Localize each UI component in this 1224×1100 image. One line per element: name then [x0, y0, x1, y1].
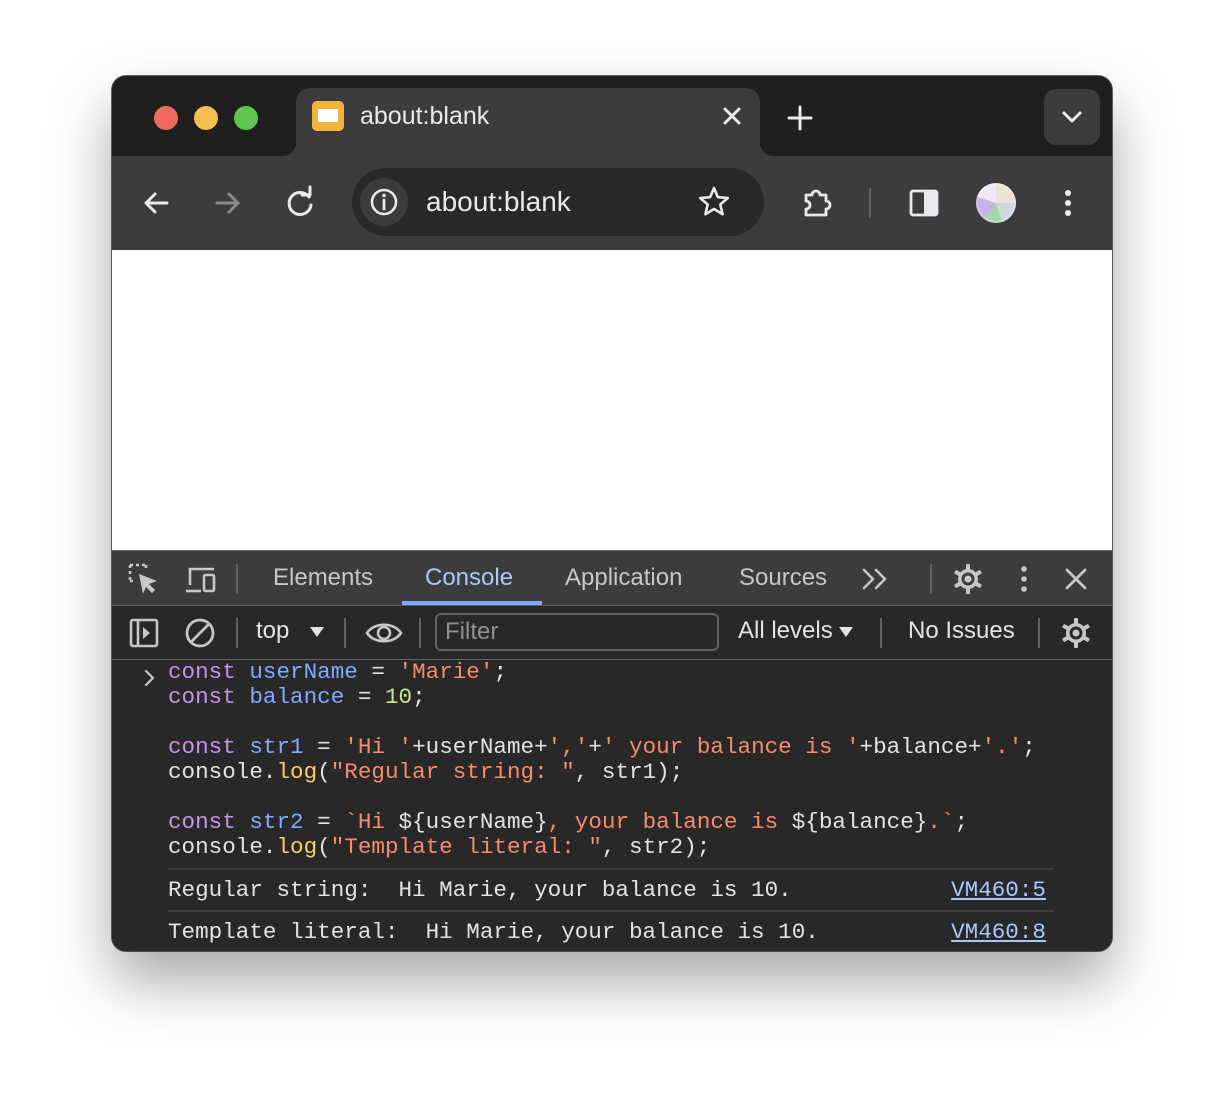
browser-window: about:blank about:blank Elements Console… — [112, 76, 1112, 951]
tab-search-button[interactable] — [1044, 89, 1100, 145]
close-devtools-icon[interactable] — [1058, 561, 1094, 597]
web-page-content[interactable] — [112, 250, 1112, 550]
back-arrow-icon[interactable] — [136, 183, 176, 223]
address-bar[interactable]: about:blank — [352, 168, 764, 236]
tab-sources[interactable]: Sources — [739, 564, 827, 592]
profile-avatar[interactable] — [976, 183, 1016, 223]
devtools-divider — [930, 564, 932, 594]
dropdown-caret-icon — [310, 626, 325, 637]
side-panel-icon[interactable] — [904, 183, 944, 223]
page-favicon-icon — [312, 101, 344, 131]
log-message: Regular string: Hi Marie, your balance i… — [168, 877, 792, 903]
reload-icon[interactable] — [280, 183, 320, 223]
devtools-menu-icon[interactable] — [1006, 561, 1042, 597]
console-settings-gear-icon[interactable] — [1058, 615, 1094, 651]
minimize-window-button[interactable] — [194, 106, 218, 130]
console-log-row: Template literal: Hi Marie, your balance… — [168, 910, 1054, 951]
zoom-window-button[interactable] — [234, 106, 258, 130]
log-message: Template literal: Hi Marie, your balance… — [168, 919, 819, 945]
extensions-puzzle-icon[interactable] — [798, 183, 838, 223]
log-levels-label: All levels — [738, 617, 833, 644]
issues-counter[interactable]: No Issues — [908, 617, 1015, 645]
console-output[interactable]: const userName = 'Marie'; const balance … — [112, 660, 1112, 951]
toolbar-divider — [869, 188, 871, 218]
forward-arrow-icon[interactable] — [208, 183, 248, 223]
console-toolbar-divider — [236, 618, 238, 648]
new-tab-button[interactable] — [780, 98, 820, 138]
active-tab-indicator — [402, 601, 542, 605]
console-log-row: Regular string: Hi Marie, your balance i… — [168, 868, 1054, 910]
close-window-button[interactable] — [154, 106, 178, 130]
inspect-element-icon[interactable] — [126, 561, 162, 597]
console-toolbar: top All levels No Issues — [112, 606, 1112, 660]
bookmark-star-icon[interactable] — [696, 184, 732, 220]
browser-tab[interactable]: about:blank — [282, 88, 774, 156]
tab-elements[interactable]: Elements — [273, 564, 373, 592]
info-icon — [370, 188, 398, 216]
site-info-button[interactable] — [360, 178, 408, 226]
context-selector[interactable]: top — [256, 617, 325, 645]
tab-title: about:blank — [360, 102, 490, 130]
log-levels-dropdown[interactable]: All levels — [738, 617, 853, 645]
close-icon[interactable] — [716, 100, 748, 132]
device-toolbar-icon[interactable] — [182, 561, 218, 597]
live-expression-eye-icon[interactable] — [364, 615, 404, 651]
console-toolbar-divider — [344, 618, 346, 648]
source-link[interactable]: VM460:8 — [951, 919, 1046, 945]
devtools-tab-bar: Elements Console Application Sources — [112, 550, 1112, 606]
dropdown-caret-icon — [838, 626, 853, 637]
url-text: about:blank — [426, 186, 571, 217]
console-input-code: const userName = 'Marie'; const balance … — [168, 659, 1036, 860]
tab-application[interactable]: Application — [565, 564, 682, 592]
browser-toolbar: about:blank — [112, 156, 1112, 250]
kebab-menu-icon[interactable] — [1048, 183, 1088, 223]
input-prompt-chevron-icon — [144, 669, 155, 687]
devtools-panel: Elements Console Application Sources top… — [112, 550, 1112, 951]
source-link[interactable]: VM460:5 — [951, 877, 1046, 903]
clear-console-icon[interactable] — [182, 615, 218, 651]
sidebar-toggle-icon[interactable] — [126, 615, 162, 651]
console-toolbar-divider — [880, 618, 882, 648]
tab-strip: about:blank — [112, 76, 1112, 156]
console-toolbar-divider — [419, 618, 421, 648]
chevron-down-icon — [1062, 111, 1082, 123]
devtools-divider — [236, 564, 238, 594]
tab-console[interactable]: Console — [425, 564, 513, 592]
console-filter-input[interactable] — [435, 613, 719, 651]
console-toolbar-divider — [1038, 618, 1040, 648]
context-selector-label: top — [256, 617, 290, 644]
more-tabs-chevron-icon[interactable] — [858, 561, 894, 597]
settings-gear-icon[interactable] — [950, 561, 986, 597]
